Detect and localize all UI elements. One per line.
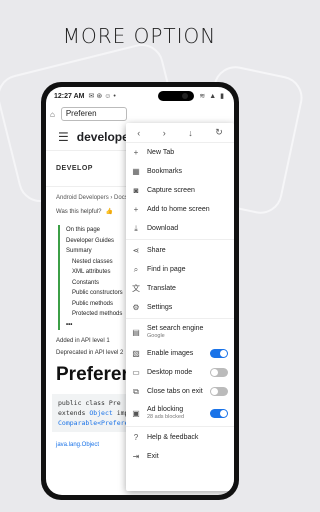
menu-item-desktop-mode[interactable]: ▭ Desktop mode bbox=[126, 363, 234, 382]
download-icon[interactable]: ↓ bbox=[188, 128, 193, 138]
menu-item-settings[interactable]: ⚙ Settings bbox=[126, 298, 234, 317]
menu-item-label: Translate bbox=[147, 285, 176, 292]
menu-item-label: Capture screen bbox=[147, 187, 195, 194]
forward-icon[interactable]: › bbox=[163, 128, 166, 138]
search-engine-icon: ▤ bbox=[132, 327, 140, 337]
desktop-mode-toggle[interactable] bbox=[210, 368, 228, 377]
exit-icon: ⇥ bbox=[132, 452, 140, 461]
menu-item-label: Add to home screen bbox=[147, 206, 210, 213]
notification-icon: • bbox=[113, 92, 116, 100]
browser-bar: ⌂ Preferen bbox=[46, 105, 234, 123]
desktop-icon: ▭ bbox=[132, 368, 140, 377]
menu-item-exit[interactable]: ⇥ Exit bbox=[126, 447, 234, 466]
menu-item-sublabel: 28 ads blocked bbox=[147, 414, 184, 420]
menu-item-help[interactable]: ? Help & feedback bbox=[126, 428, 234, 447]
plus-icon: + bbox=[133, 148, 139, 157]
menu-item-new-tab[interactable]: + New Tab bbox=[126, 143, 234, 162]
menu-item-label: Find in page bbox=[147, 266, 186, 273]
menu-item-label: Settings bbox=[147, 304, 173, 311]
phone-screen: 12:27 AM ✉ ⊛ ☺ • ≋ ▲ ▮ ⌂ Preferen ☰ deve… bbox=[46, 87, 234, 495]
code-text: extends bbox=[58, 409, 90, 417]
menu-item-find-in-page[interactable]: ⌕ Find in page bbox=[126, 260, 234, 279]
menu-item-capture-screen[interactable]: ◙ Capture screen bbox=[126, 181, 234, 200]
divider bbox=[126, 426, 234, 427]
menu-item-add-home[interactable]: + Add to home screen bbox=[126, 200, 234, 219]
share-icon: ⋖ bbox=[132, 246, 140, 255]
menu-item-label: Set search engine bbox=[147, 325, 204, 332]
hamburger-icon[interactable]: ☰ bbox=[58, 130, 69, 144]
menu-item-close-tabs[interactable]: ⧉ Close tabs on exit bbox=[126, 382, 234, 401]
image-icon: ▧ bbox=[132, 349, 140, 358]
menu-item-label: Close tabs on exit bbox=[147, 388, 203, 395]
notification-icon: ✉ bbox=[88, 93, 95, 100]
menu-item-label: Download bbox=[147, 225, 179, 232]
helpful-label: Was this helpful? bbox=[56, 208, 102, 215]
divider bbox=[126, 318, 234, 319]
menu-item-translate[interactable]: 文 Translate bbox=[126, 279, 234, 298]
download-icon: ⤓ bbox=[134, 223, 138, 233]
translate-icon: 文 bbox=[132, 284, 140, 293]
menu-item-ad-blocking[interactable]: ▣ Ad blocking 28 ads blocked bbox=[126, 401, 234, 425]
camera-icon: ◙ bbox=[133, 186, 139, 195]
plus-icon: + bbox=[133, 205, 139, 214]
search-icon: ⌕ bbox=[133, 264, 139, 274]
divider bbox=[126, 239, 234, 240]
menu-item-labels: Ad blocking 28 ads blocked bbox=[147, 406, 184, 420]
menu-item-share[interactable]: ⋖ Share bbox=[126, 241, 234, 260]
code-link[interactable]: Object bbox=[89, 409, 112, 417]
menu-item-label: Exit bbox=[147, 453, 159, 460]
signal-icon: ▲ bbox=[209, 92, 217, 100]
menu-item-label: Ad blocking bbox=[147, 406, 184, 413]
bookmark-icon: ▦ bbox=[132, 167, 140, 176]
battery-icon: ▮ bbox=[220, 93, 224, 100]
thumbs-up-icon[interactable]: 👍 bbox=[105, 208, 112, 215]
back-icon[interactable]: ‹ bbox=[137, 128, 140, 138]
close-tabs-toggle[interactable] bbox=[210, 387, 228, 396]
phone-frame: 12:27 AM ✉ ⊛ ☺ • ≋ ▲ ▮ ⌂ Preferen ☰ deve… bbox=[41, 82, 239, 500]
help-icon: ? bbox=[133, 433, 139, 442]
close-tabs-icon: ⧉ bbox=[133, 386, 139, 396]
ad-blocking-toggle[interactable] bbox=[210, 408, 228, 418]
menu-item-labels: Set search engine Google bbox=[147, 325, 203, 339]
status-time: 12:27 AM bbox=[54, 92, 85, 100]
wifi-icon: ≋ bbox=[199, 93, 206, 100]
menu-item-download[interactable]: ⤓ Download bbox=[126, 219, 234, 238]
camera-cutout bbox=[158, 91, 194, 101]
menu-item-label: Enable images bbox=[147, 350, 194, 357]
tab-current[interactable]: Preferen bbox=[60, 107, 127, 121]
menu-item-sublabel: Google bbox=[147, 333, 165, 339]
notification-icon: ⊛ bbox=[96, 93, 103, 100]
refresh-icon[interactable]: ↻ bbox=[215, 127, 223, 138]
enable-images-toggle[interactable] bbox=[210, 349, 228, 358]
overflow-menu: ‹ › ↓ ↻ + New Tab ▦ Bookmarks ◙ Capture … bbox=[126, 123, 234, 491]
home-icon[interactable]: ⌂ bbox=[50, 110, 55, 119]
ad-block-icon: ▣ bbox=[132, 408, 140, 418]
menu-item-label: Bookmarks bbox=[147, 168, 183, 175]
menu-item-label: Desktop mode bbox=[147, 369, 193, 376]
status-bar: 12:27 AM ✉ ⊛ ☺ • ≋ ▲ ▮ bbox=[46, 87, 234, 105]
menu-item-enable-images[interactable]: ▧ Enable images bbox=[126, 344, 234, 363]
notification-icon: ☺ bbox=[104, 92, 112, 100]
menu-item-label: Help & feedback bbox=[147, 434, 199, 441]
menu-item-label: Share bbox=[147, 247, 166, 254]
gear-icon: ⚙ bbox=[132, 303, 140, 312]
menu-item-label: New Tab bbox=[147, 149, 175, 156]
menu-item-bookmarks[interactable]: ▦ Bookmarks bbox=[126, 162, 234, 181]
menu-nav-row: ‹ › ↓ ↻ bbox=[126, 123, 234, 143]
menu-item-search-engine[interactable]: ▤ Set search engine Google bbox=[126, 320, 234, 344]
